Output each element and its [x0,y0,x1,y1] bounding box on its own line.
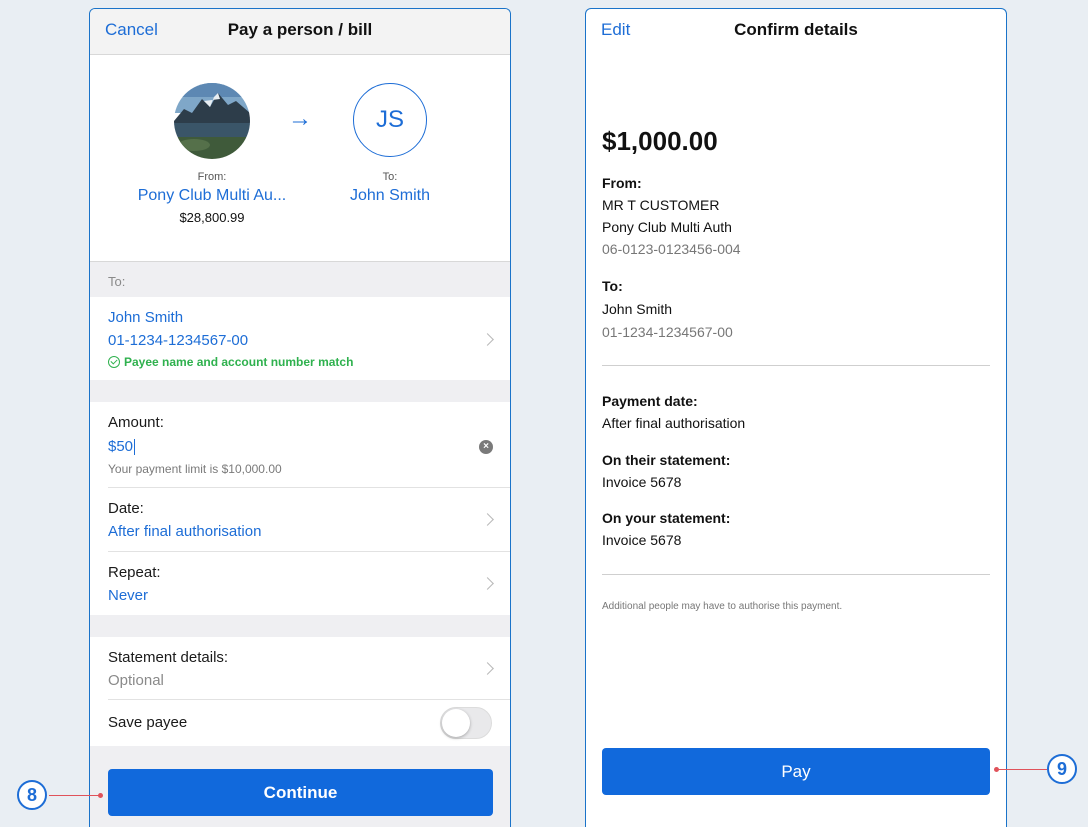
amount-input[interactable]: $50 [108,438,136,456]
check-circle-icon [108,356,120,368]
from-account-avatar[interactable] [174,83,250,159]
from-account-number: 06-0123-0123456-004 [602,241,741,257]
to-account-number: 01-1234-1234567-00 [602,324,733,340]
page-title: Confirm details [734,20,858,39]
from-account-name: Pony Club Multi Auth [602,219,732,235]
repeat-value: Never [108,587,149,604]
right-arrow-icon: → [288,105,312,132]
to-payee-name: John Smith [602,301,673,317]
payment-amount: $1,000.00 [602,126,718,156]
payment-date-value: After final authorisation [602,415,746,431]
callout-dot [994,767,999,772]
payment-date-label: Payment date: [602,393,698,409]
their-statement-value: Invoice 5678 [602,474,682,490]
to-label: To: [602,278,623,294]
from-customer-name: MR T CUSTOMER [602,197,720,213]
callout-line [49,795,100,796]
statement-details-row[interactable]: Statement details: Optional [90,637,510,700]
date-value: After final authorisation [108,523,262,540]
date-label: Date: [108,500,144,517]
save-payee-row: Save payee [90,700,510,746]
divider [602,574,990,575]
chevron-right-icon [481,513,494,526]
save-payee-label: Save payee [108,714,188,731]
from-label: From: [602,175,642,191]
section-spacer [90,380,510,402]
repeat-label: Repeat: [108,564,161,581]
chevron-right-icon [481,662,494,675]
chevron-right-icon [481,577,494,590]
payment-limit-hint: Your payment limit is $10,000.00 [108,462,282,476]
payee-match-status: Payee name and account number match [108,355,353,369]
callout-dot [98,793,103,798]
step-8-callout: 8 [17,780,47,810]
nav-bar: Edit Confirm details [586,9,1006,55]
to-payee-name[interactable]: John Smith [330,187,450,205]
pay-person-screen: Cancel Pay a person / bill → JS From: Po… [89,8,511,827]
your-statement-label: On your statement: [602,510,731,526]
pay-button[interactable]: Pay [602,748,990,795]
callout-line [996,769,1047,770]
page-title: Pay a person / bill [227,20,373,39]
their-statement-label: On their statement: [602,452,731,468]
save-payee-toggle[interactable] [440,707,492,739]
repeat-row[interactable]: Repeat: Never [90,552,510,615]
amount-label: Amount: [108,414,164,431]
date-row[interactable]: Date: After final authorisation [90,488,510,552]
from-account-balance: $28,800.99 [179,210,245,225]
amount-value: $50 [108,438,134,455]
step-9-callout: 9 [1047,754,1077,784]
payee-row[interactable]: John Smith 01-1234-1234567-00 Payee name… [90,297,510,380]
section-spacer [90,615,510,637]
payment-parties: → JS From: Pony Club Multi Au... $28,800… [90,55,510,261]
statement-details-label: Statement details: [108,649,229,666]
your-statement-value: Invoice 5678 [602,532,682,548]
statement-details-value: Optional [108,672,164,689]
amount-row: Amount: $50 × Your payment limit is $10,… [90,402,510,488]
continue-button[interactable]: Continue [108,769,493,816]
clear-icon[interactable]: × [479,440,493,454]
to-label: To: [382,171,398,183]
chevron-right-icon [481,333,494,346]
payee-match-text: Payee name and account number match [124,355,354,369]
divider [602,365,990,366]
payee-account-number: 01-1234-1234567-00 [108,332,249,349]
authorisation-note: Additional people may have to authorise … [602,601,843,612]
to-section-header: To: [90,261,510,297]
to-payee-avatar[interactable]: JS [353,83,427,157]
from-label: From: [197,171,227,183]
nav-bar: Cancel Pay a person / bill [90,9,510,55]
from-account-name[interactable]: Pony Club Multi Au... [122,187,302,205]
confirm-details-screen: Edit Confirm details $1,000.00 From: MR … [585,8,1007,827]
to-section-label: To: [108,274,126,289]
payee-name: John Smith [108,309,184,326]
